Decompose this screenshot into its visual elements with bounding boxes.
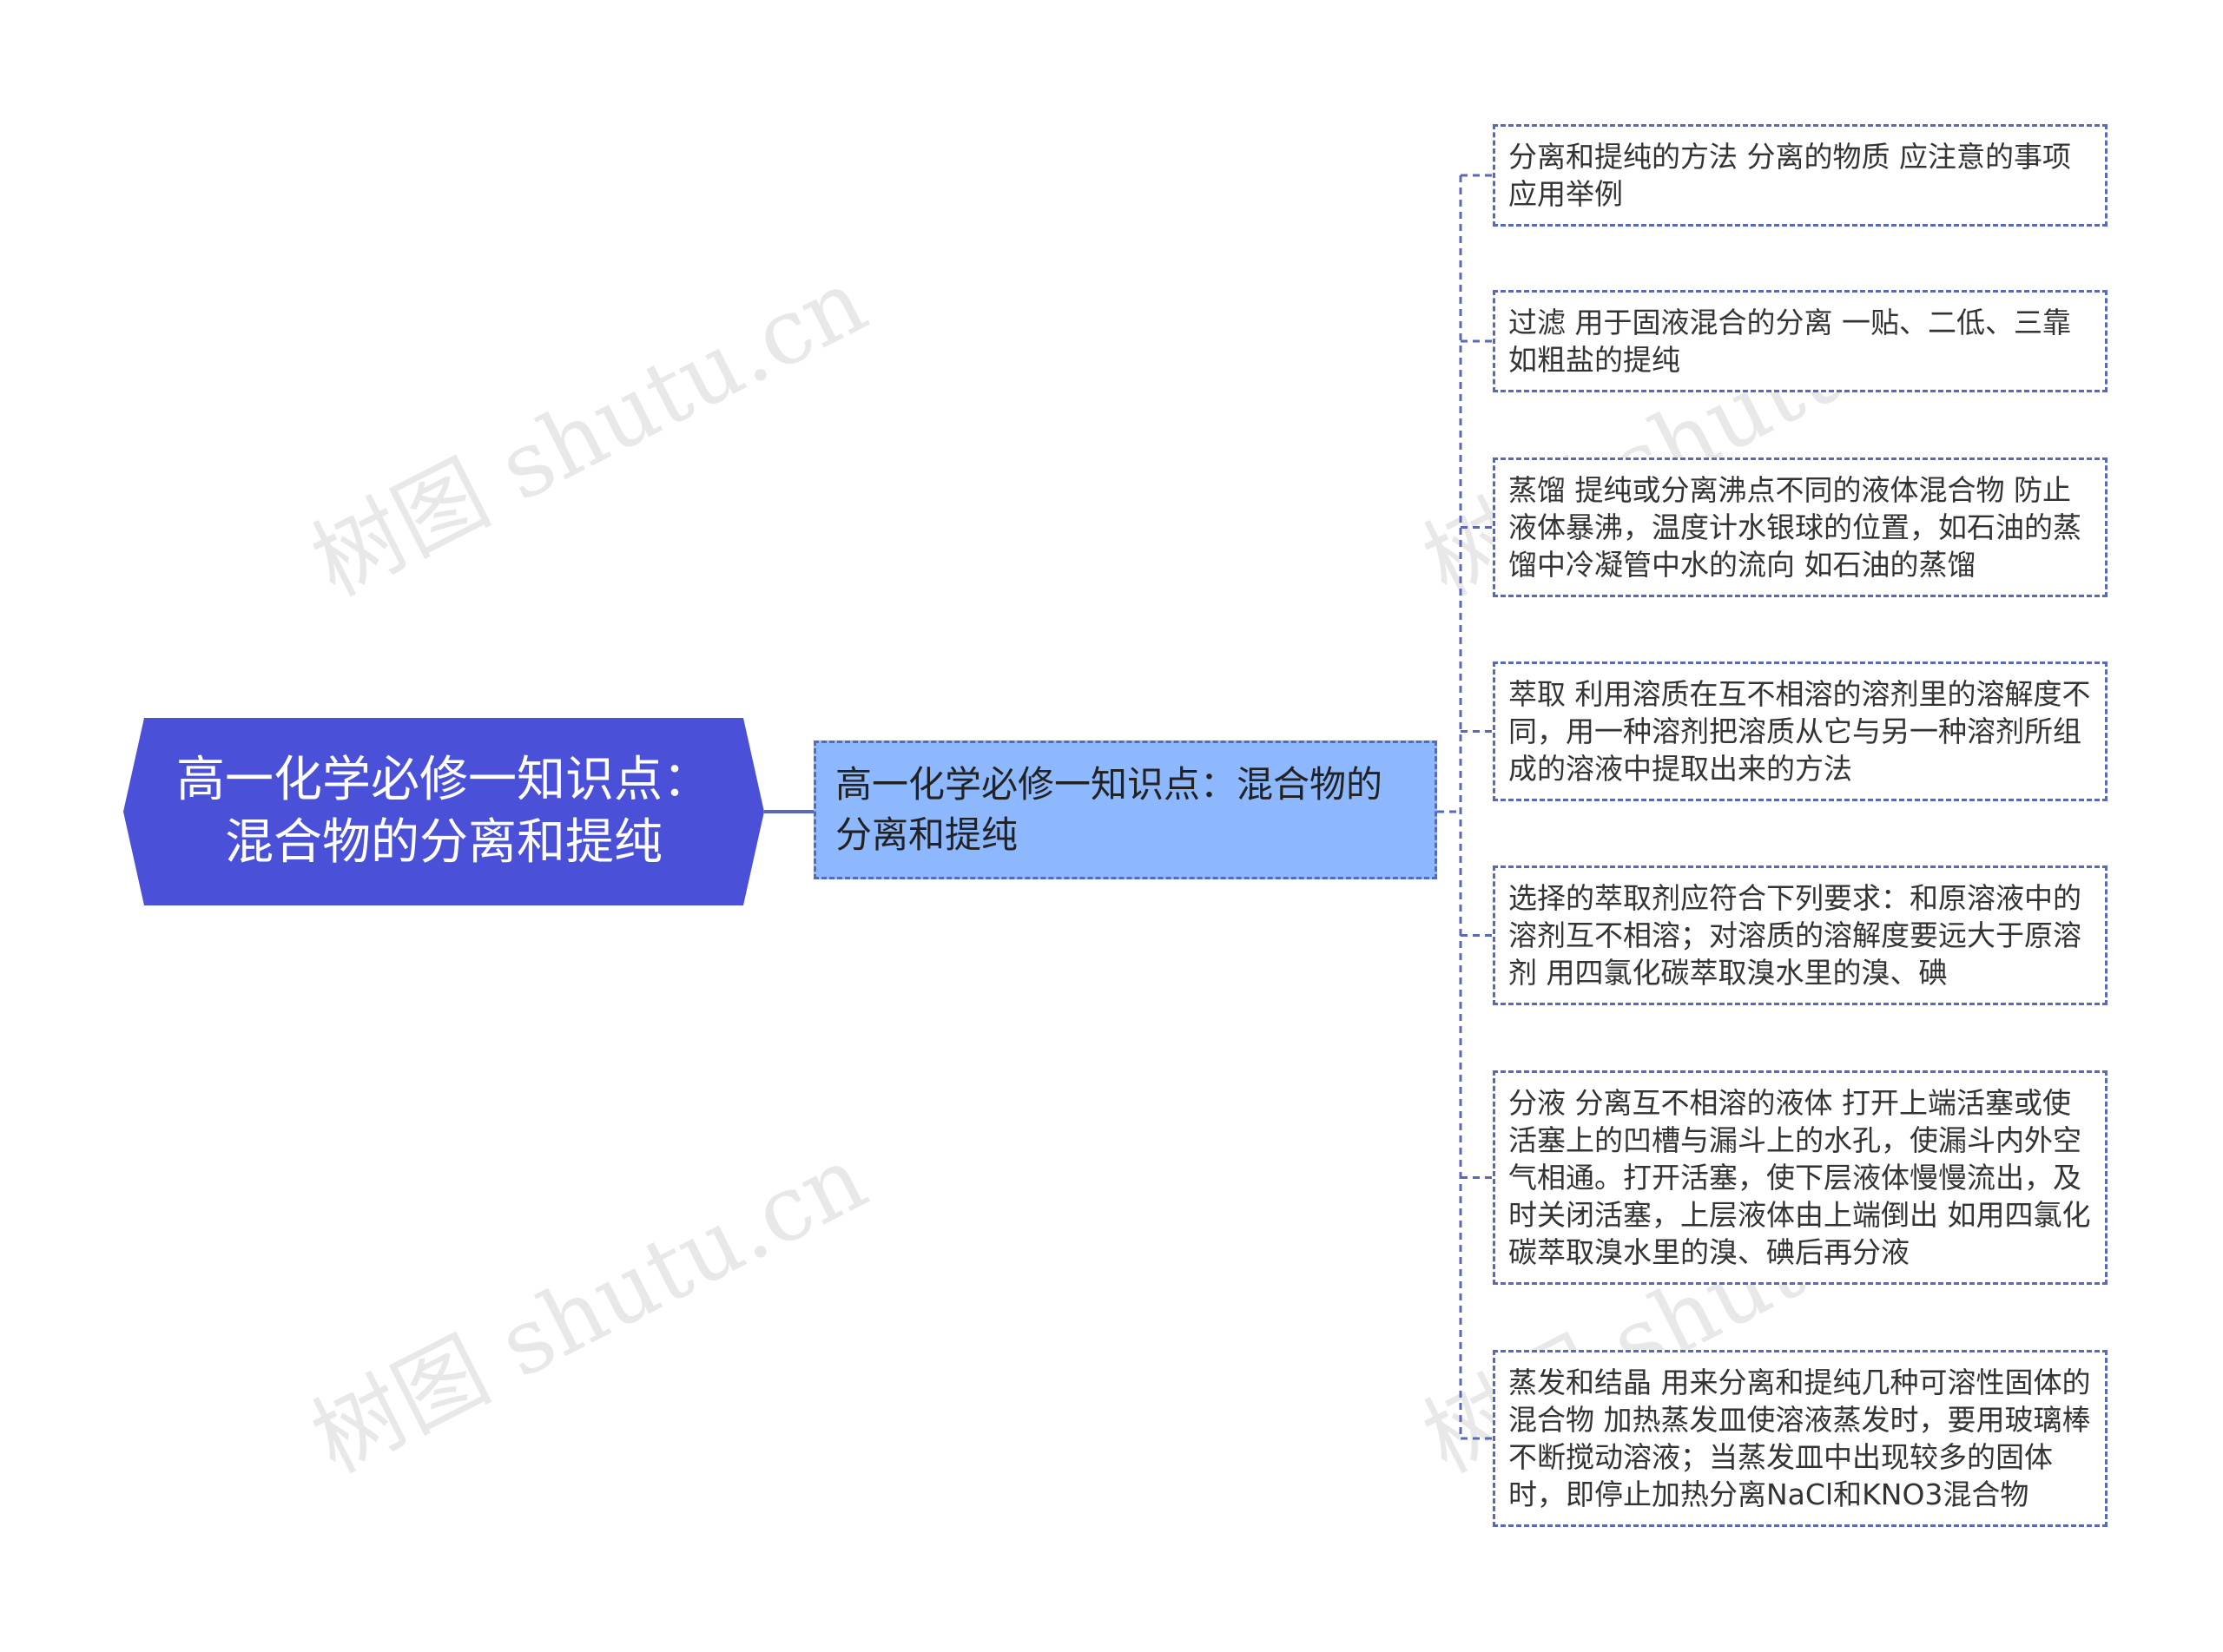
leaf-node-label: 分离和提纯的方法 分离的物质 应注意的事项 应用举例 bbox=[1508, 140, 2071, 211]
leaf-node-label: 分液 分离互不相溶的液体 打开上端活塞或使活塞上的凹槽与漏斗上的水孔，使漏斗内外… bbox=[1508, 1086, 2091, 1269]
sub-node[interactable]: 高一化学必修一知识点：混合物的分离和提纯 bbox=[814, 740, 1437, 879]
leaf-node-liquid-separation[interactable]: 分液 分离互不相溶的液体 打开上端活塞或使活塞上的凹槽与漏斗上的水孔，使漏斗内外… bbox=[1493, 1070, 2108, 1285]
leaf-node-extractant-requirements[interactable]: 选择的萃取剂应符合下列要求：和原溶液中的溶剂互不相溶；对溶质的溶解度要远大于原溶… bbox=[1493, 865, 2108, 1005]
root-node[interactable]: 高一化学必修一知识点：混合物的分离和提纯 bbox=[123, 718, 764, 905]
sub-node-label: 高一化学必修一知识点：混合物的分离和提纯 bbox=[835, 763, 1383, 856]
leaf-node-label: 蒸馏 提纯或分离沸点不同的液体混合物 防止液体暴沸，温度计水银球的位置，如石油的… bbox=[1508, 473, 2081, 582]
leaf-node-methods-header[interactable]: 分离和提纯的方法 分离的物质 应注意的事项 应用举例 bbox=[1493, 124, 2108, 227]
leaf-node-label: 萃取 利用溶质在互不相溶的溶剂里的溶解度不同，用一种溶剂把溶质从它与另一种溶剂所… bbox=[1508, 677, 2091, 786]
leaf-node-evaporation-crystallization[interactable]: 蒸发和结晶 用来分离和提纯几种可溶性固体的混合物 加热蒸发皿使溶液蒸发时，要用玻… bbox=[1493, 1350, 2108, 1527]
leaf-node-filtration[interactable]: 过滤 用于固液混合的分离 一贴、二低、三靠 如粗盐的提纯 bbox=[1493, 290, 2108, 392]
leaf-node-label: 过滤 用于固液混合的分离 一贴、二低、三靠 如粗盐的提纯 bbox=[1508, 306, 2071, 377]
leaf-node-distillation[interactable]: 蒸馏 提纯或分离沸点不同的液体混合物 防止液体暴沸，温度计水银球的位置，如石油的… bbox=[1493, 457, 2108, 597]
root-node-label: 高一化学必修一知识点：混合物的分离和提纯 bbox=[176, 752, 711, 871]
leaf-node-label: 选择的萃取剂应符合下列要求：和原溶液中的溶剂互不相溶；对溶质的溶解度要远大于原溶… bbox=[1508, 881, 2081, 990]
leaf-node-extraction[interactable]: 萃取 利用溶质在互不相溶的溶剂里的溶解度不同，用一种溶剂把溶质从它与另一种溶剂所… bbox=[1493, 661, 2108, 801]
leaf-node-label: 蒸发和结晶 用来分离和提纯几种可溶性固体的混合物 加热蒸发皿使溶液蒸发时，要用玻… bbox=[1508, 1366, 2091, 1511]
